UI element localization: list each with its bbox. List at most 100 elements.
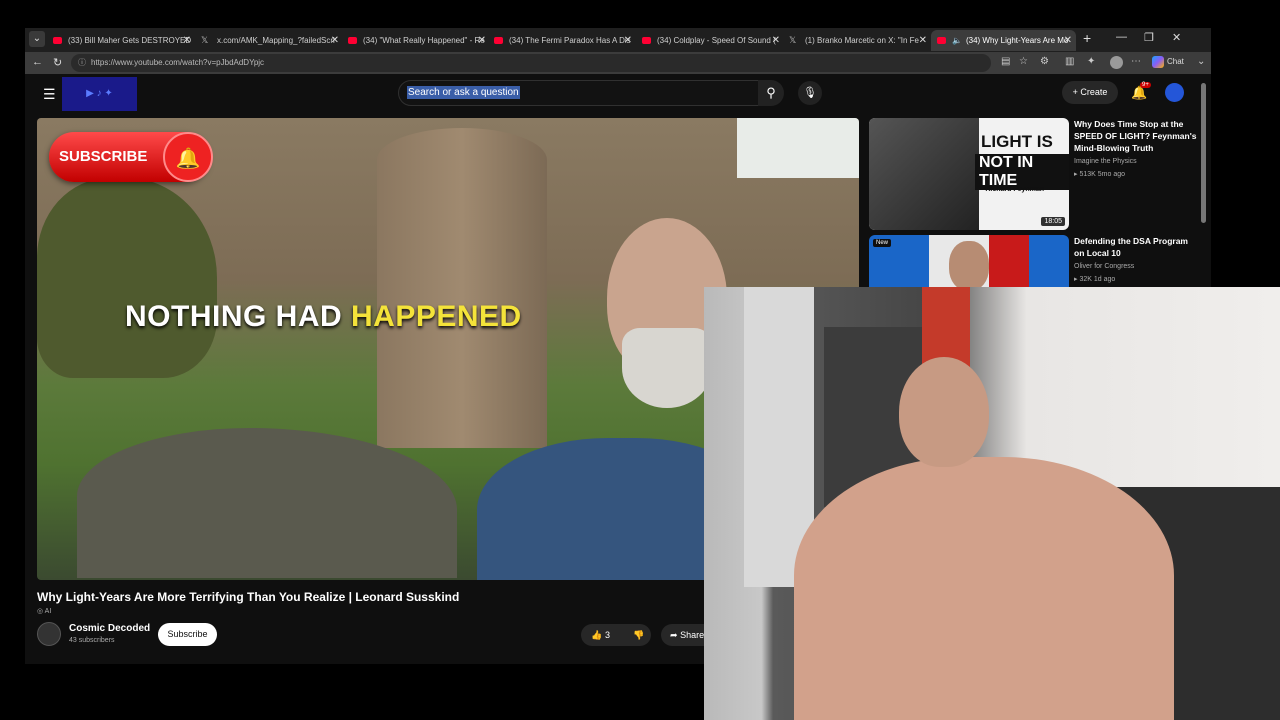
tab-3[interactable]: (34) "What Really Happened" - Re ✕ xyxy=(348,30,490,51)
subscribe-overlay-graphic: SUBSCRIBE 🔔 xyxy=(49,132,213,182)
account-avatar[interactable] xyxy=(1165,83,1184,102)
tab-title: x.com/AMK_Mapping_?failedScri xyxy=(217,36,335,45)
channel-avatar[interactable] xyxy=(37,622,61,646)
subscribe-button[interactable]: Subscribe xyxy=(158,623,217,646)
video-sky xyxy=(737,118,859,178)
recommendation-channel[interactable]: Imagine the Physics xyxy=(1074,158,1137,165)
tab-title: (33) Bill Maher Gets DESTROYED xyxy=(68,36,192,45)
recommendation-thumbnail[interactable]: LIGHT IS NOT IN TIME -Richard Feynman 18… xyxy=(869,118,1069,230)
tab-5[interactable]: (34) Coldplay - Speed Of Sound ( ✕ xyxy=(642,30,784,51)
thumbnail-text: NOT IN TIME xyxy=(975,154,1069,190)
ai-label-text: AI xyxy=(44,608,52,615)
reader-view-icon[interactable]: ▤ xyxy=(1001,56,1010,67)
profile-avatar[interactable] xyxy=(1110,56,1123,69)
channel-name[interactable]: Cosmic Decoded xyxy=(69,623,150,634)
tab-7-active[interactable]: 🔈 (34) Why Light-Years Are Mo ✕ xyxy=(931,30,1076,51)
site-info-icon[interactable]: ⓘ xyxy=(78,54,86,72)
new-tab-button[interactable]: + xyxy=(1083,30,1091,46)
voice-search-button[interactable]: 🎙 xyxy=(798,81,822,105)
recommendation-meta: ▸ 513K 5mo ago xyxy=(1074,171,1126,178)
tab-bar: ⌄ (33) Bill Maher Gets DESTROYED ✕ 𝕏x.co… xyxy=(25,28,1211,52)
webcam-person xyxy=(794,357,1174,720)
search-icon: ⚲ xyxy=(766,85,776,100)
thumbnail-text: LIGHT IS xyxy=(981,132,1053,151)
close-tab-icon[interactable]: ✕ xyxy=(772,30,780,51)
recommendation-item[interactable]: LIGHT IS NOT IN TIME -Richard Feynman 18… xyxy=(869,118,1199,230)
close-tab-icon[interactable]: ✕ xyxy=(919,30,927,51)
more-options-icon[interactable]: ⋯ xyxy=(1131,56,1141,67)
video-castle-tower xyxy=(377,128,547,448)
tab-4[interactable]: (34) The Fermi Paradox Has A Dis ✕ xyxy=(494,30,636,51)
tab-6[interactable]: 𝕏 (1) Branko Marcetic on X: "In Fe ✕ xyxy=(789,30,931,51)
webcam-overlay xyxy=(704,287,1280,720)
copilot-icon xyxy=(1152,56,1164,68)
x-favicon-icon: 𝕏 xyxy=(789,35,797,46)
recommendation-meta: ▸ 32K 1d ago xyxy=(1074,276,1116,283)
youtube-logo[interactable]: ▶ ♪ ✦ xyxy=(62,77,137,111)
create-button[interactable]: + Create xyxy=(1062,81,1118,104)
video-caption: NOTHING HAD HAPPENED xyxy=(125,300,522,334)
youtube-favicon-icon xyxy=(348,37,357,45)
favorite-star-icon[interactable]: ☆ xyxy=(1019,56,1028,67)
youtube-favicon-icon xyxy=(642,37,651,45)
webcam-person-head xyxy=(899,357,989,467)
recommendation-title[interactable]: Why Does Time Stop at the SPEED OF LIGHT… xyxy=(1074,118,1198,154)
address-bar-row: ← ↻ ⓘ https://www.youtube.com/watch?v=pJ… xyxy=(25,52,1211,74)
recommendation-views-age: 513K 5mo ago xyxy=(1079,171,1126,178)
minimize-icon[interactable]: — xyxy=(1116,31,1127,43)
tab-1[interactable]: (33) Bill Maher Gets DESTROYED ✕ xyxy=(53,30,195,51)
video-title: Why Light-Years Are More Terrifying Than… xyxy=(37,590,460,604)
bell-overlay-icon: 🔔 xyxy=(163,132,213,182)
recommendation-title[interactable]: Defending the DSA Program on Local 10 xyxy=(1074,235,1198,259)
close-tab-icon[interactable]: ✕ xyxy=(183,30,191,51)
reload-icon[interactable]: ↻ xyxy=(53,56,62,69)
search-button[interactable]: ⚲ xyxy=(758,80,784,106)
video-tree xyxy=(37,178,217,378)
tab-title: (34) The Fermi Paradox Has A Dis xyxy=(509,36,631,45)
share-button[interactable]: ➦ Share xyxy=(661,624,709,646)
tab-title: (34) "What Really Happened" - Re xyxy=(363,36,485,45)
like-icon[interactable]: 👍 xyxy=(591,624,602,646)
page-scrollbar[interactable] xyxy=(1201,83,1206,223)
recommendation-channel[interactable]: Oliver for Congress xyxy=(1074,263,1134,270)
share-label: Share xyxy=(680,630,705,640)
create-label: Create xyxy=(1080,87,1108,97)
tab-title: (34) Coldplay - Speed Of Sound ( xyxy=(657,36,776,45)
split-screen-icon[interactable]: ▥ xyxy=(1065,56,1074,67)
chat-label: Chat xyxy=(1167,57,1184,67)
back-arrow-icon[interactable]: ← xyxy=(32,56,43,68)
close-tab-icon[interactable]: ✕ xyxy=(624,30,632,51)
search-input[interactable]: Search or ask a question xyxy=(407,86,520,99)
recommendation-views-age: 32K 1d ago xyxy=(1079,276,1116,283)
close-tab-icon[interactable]: ✕ xyxy=(331,30,339,51)
extensions-icon[interactable]: ⚙ xyxy=(1040,56,1049,67)
thumbnail-portrait xyxy=(949,241,989,291)
speaker-icon[interactable]: 🔈 xyxy=(952,36,962,45)
close-window-icon[interactable]: ✕ xyxy=(1172,31,1181,44)
hamburger-menu-icon[interactable]: ☰ xyxy=(43,86,56,103)
thumbnail-portrait xyxy=(869,118,979,230)
tab-2[interactable]: 𝕏x.com/AMK_Mapping_?failedScri ✕ xyxy=(201,30,343,51)
thumbnail-text: -Richard Feynman xyxy=(983,186,1045,193)
tab-title: (34) Why Light-Years Are Mo xyxy=(965,36,1069,45)
dislike-icon[interactable]: 👎 xyxy=(633,624,644,646)
subscribe-overlay-text: SUBSCRIBE xyxy=(59,148,148,165)
url-text: https://www.youtube.com/watch?v=pJbdAdDY… xyxy=(91,58,265,67)
video-duration: 18:05 xyxy=(1041,217,1065,226)
restore-icon[interactable]: ❐ xyxy=(1144,31,1154,44)
copilot-chat-button[interactable]: Chat xyxy=(1152,56,1184,68)
close-tab-icon[interactable]: ✕ xyxy=(1064,30,1072,51)
like-dislike-pill: 👍 3 👎 xyxy=(581,624,651,646)
ai-icon: ◎ xyxy=(37,608,44,615)
close-tab-icon[interactable]: ✕ xyxy=(478,30,486,51)
x-favicon-icon: 𝕏 xyxy=(201,35,209,46)
caption-text: NOTHING HAD xyxy=(125,300,343,333)
tab-actions-menu-button[interactable]: ⌄ xyxy=(29,31,45,47)
url-field[interactable]: ⓘ https://www.youtube.com/watch?v=pJbdAd… xyxy=(71,54,991,72)
notification-count-badge: 9+ xyxy=(1140,82,1151,88)
collections-icon[interactable]: ✦ xyxy=(1087,56,1095,67)
search-box[interactable]: Search or ask a question xyxy=(398,80,760,106)
chevron-down-icon[interactable]: ⌄ xyxy=(1197,56,1205,67)
video-rocks xyxy=(77,428,457,578)
caption-highlight-text: HAPPENED xyxy=(351,300,522,333)
